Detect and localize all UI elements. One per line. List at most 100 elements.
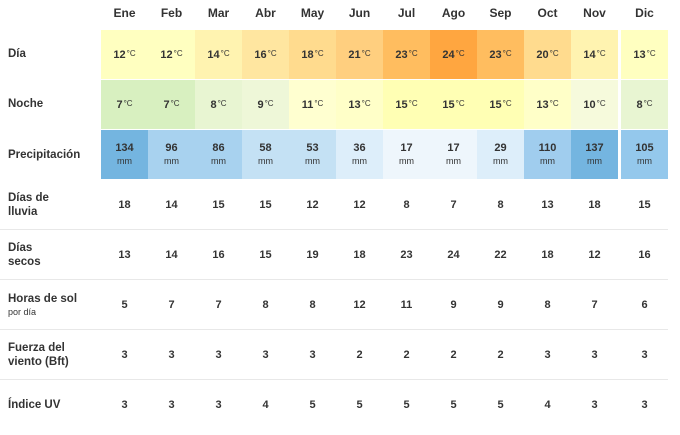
cell-dia: 12 °C bbox=[148, 30, 195, 79]
month-header: Abr bbox=[255, 6, 276, 20]
cell-precipitacion: 29 mm bbox=[477, 130, 524, 179]
month-header: Feb bbox=[160, 6, 183, 20]
cell-dias-secos: 18 bbox=[353, 249, 366, 261]
cell-precipitacion: 36 mm bbox=[336, 130, 383, 179]
precip-unit: mm bbox=[399, 155, 414, 166]
temp-value: 18 bbox=[301, 48, 314, 61]
precip-value: 53 bbox=[306, 141, 319, 154]
precip-unit: mm bbox=[446, 155, 461, 166]
cell-dias-secos: 12 bbox=[588, 249, 601, 261]
cell-noche: 11 °C bbox=[289, 80, 336, 129]
cell-precipitacion: 110 mm bbox=[524, 130, 571, 179]
cell-uv: 5 bbox=[497, 399, 504, 411]
cell-viento: 2 bbox=[497, 349, 504, 361]
cell-horas-sol: 9 bbox=[450, 299, 457, 311]
temp-value: 14 bbox=[583, 48, 596, 61]
precip-value: 58 bbox=[259, 141, 272, 154]
cell-horas-sol: 5 bbox=[121, 299, 128, 311]
cell-dias-secos: 19 bbox=[306, 249, 319, 261]
cell-noche: 15 °C bbox=[430, 80, 477, 129]
temp-unit: °C bbox=[220, 49, 230, 58]
temp-value: 12 bbox=[113, 48, 126, 61]
precip-unit: mm bbox=[164, 155, 179, 166]
cell-dias-secos: 16 bbox=[212, 249, 225, 261]
precip-unit: mm bbox=[637, 155, 652, 166]
cell-dias-lluvia: 7 bbox=[450, 199, 457, 211]
cell-dias-secos: 24 bbox=[447, 249, 460, 261]
cell-uv: 5 bbox=[309, 399, 316, 411]
cell-viento: 3 bbox=[215, 349, 222, 361]
cell-uv: 3 bbox=[215, 399, 222, 411]
precip-unit: mm bbox=[540, 155, 555, 166]
cell-dia: 18 °C bbox=[289, 30, 336, 79]
cell-horas-sol: 9 bbox=[497, 299, 504, 311]
cell-noche: 13 °C bbox=[524, 80, 571, 129]
precip-value: 17 bbox=[447, 141, 460, 154]
cell-viento: 3 bbox=[168, 349, 175, 361]
cell-dia: 13 °C bbox=[621, 30, 668, 79]
precip-value: 137 bbox=[585, 141, 604, 154]
cell-horas-sol: 7 bbox=[591, 299, 598, 311]
cell-precipitacion: 105 mm bbox=[621, 130, 668, 179]
cell-viento: 3 bbox=[591, 349, 598, 361]
cell-uv: 5 bbox=[356, 399, 363, 411]
cell-viento: 2 bbox=[356, 349, 363, 361]
cell-dias-secos: 16 bbox=[638, 249, 651, 261]
temp-unit: °C bbox=[408, 99, 418, 108]
temp-value: 14 bbox=[207, 48, 220, 61]
precip-value: 134 bbox=[115, 141, 134, 154]
row-label-horas-sol: Horas de sol por día bbox=[8, 293, 78, 317]
cell-dia: 14 °C bbox=[195, 30, 242, 79]
row-label-dia: Día bbox=[8, 48, 26, 60]
cell-noche: 10 °C bbox=[571, 80, 618, 129]
cell-viento: 3 bbox=[641, 349, 648, 361]
cell-precipitacion: 17 mm bbox=[383, 130, 430, 179]
precip-unit: mm bbox=[258, 155, 273, 166]
cell-uv: 3 bbox=[641, 399, 648, 411]
temp-unit: °C bbox=[596, 99, 606, 108]
cell-precipitacion: 86 mm bbox=[195, 130, 242, 179]
cell-dias-lluvia: 8 bbox=[403, 199, 410, 211]
cell-dias-secos: 13 bbox=[118, 249, 131, 261]
month-header: Sep bbox=[489, 6, 512, 20]
temp-value: 9 bbox=[257, 98, 264, 111]
row-label-precipitacion: Precipitación bbox=[8, 149, 81, 161]
temp-value: 15 bbox=[395, 98, 408, 111]
temp-value: 20 bbox=[536, 48, 549, 61]
precip-unit: mm bbox=[587, 155, 602, 166]
temp-value: 8 bbox=[210, 98, 217, 111]
precip-value: 29 bbox=[494, 141, 507, 154]
cell-dias-lluvia: 15 bbox=[259, 199, 272, 211]
temp-value: 12 bbox=[160, 48, 173, 61]
temp-unit: °C bbox=[264, 99, 274, 108]
cell-uv: 4 bbox=[262, 399, 269, 411]
month-header: Dic bbox=[635, 6, 654, 20]
cell-dias-lluvia: 12 bbox=[306, 199, 319, 211]
cell-dias-lluvia: 13 bbox=[541, 199, 554, 211]
precip-unit: mm bbox=[493, 155, 508, 166]
temp-value: 10 bbox=[583, 98, 596, 111]
row-label-noche: Noche bbox=[8, 98, 44, 110]
precip-value: 36 bbox=[353, 141, 366, 154]
month-header: Jul bbox=[397, 6, 416, 20]
cell-dias-lluvia: 15 bbox=[638, 199, 651, 211]
precip-unit: mm bbox=[117, 155, 132, 166]
cell-noche: 13 °C bbox=[336, 80, 383, 129]
temp-unit: °C bbox=[596, 49, 606, 58]
cell-dias-lluvia: 18 bbox=[588, 199, 601, 211]
cell-horas-sol: 11 bbox=[400, 299, 413, 311]
cell-noche: 15 °C bbox=[383, 80, 430, 129]
cell-dias-lluvia: 18 bbox=[118, 199, 131, 211]
month-header: Jun bbox=[348, 6, 371, 20]
precip-unit: mm bbox=[352, 155, 367, 166]
cell-uv: 5 bbox=[403, 399, 410, 411]
cell-horas-sol: 8 bbox=[262, 299, 269, 311]
temp-value: 7 bbox=[116, 98, 123, 111]
temp-value: 8 bbox=[636, 98, 643, 111]
cell-dias-lluvia: 14 bbox=[165, 199, 178, 211]
climate-table: Día Noche Precipitación Días de lluvia Dí… bbox=[0, 0, 680, 435]
temp-value: 23 bbox=[395, 48, 408, 61]
precip-unit: mm bbox=[211, 155, 226, 166]
precip-value: 110 bbox=[538, 141, 557, 154]
temp-unit: °C bbox=[408, 49, 418, 58]
